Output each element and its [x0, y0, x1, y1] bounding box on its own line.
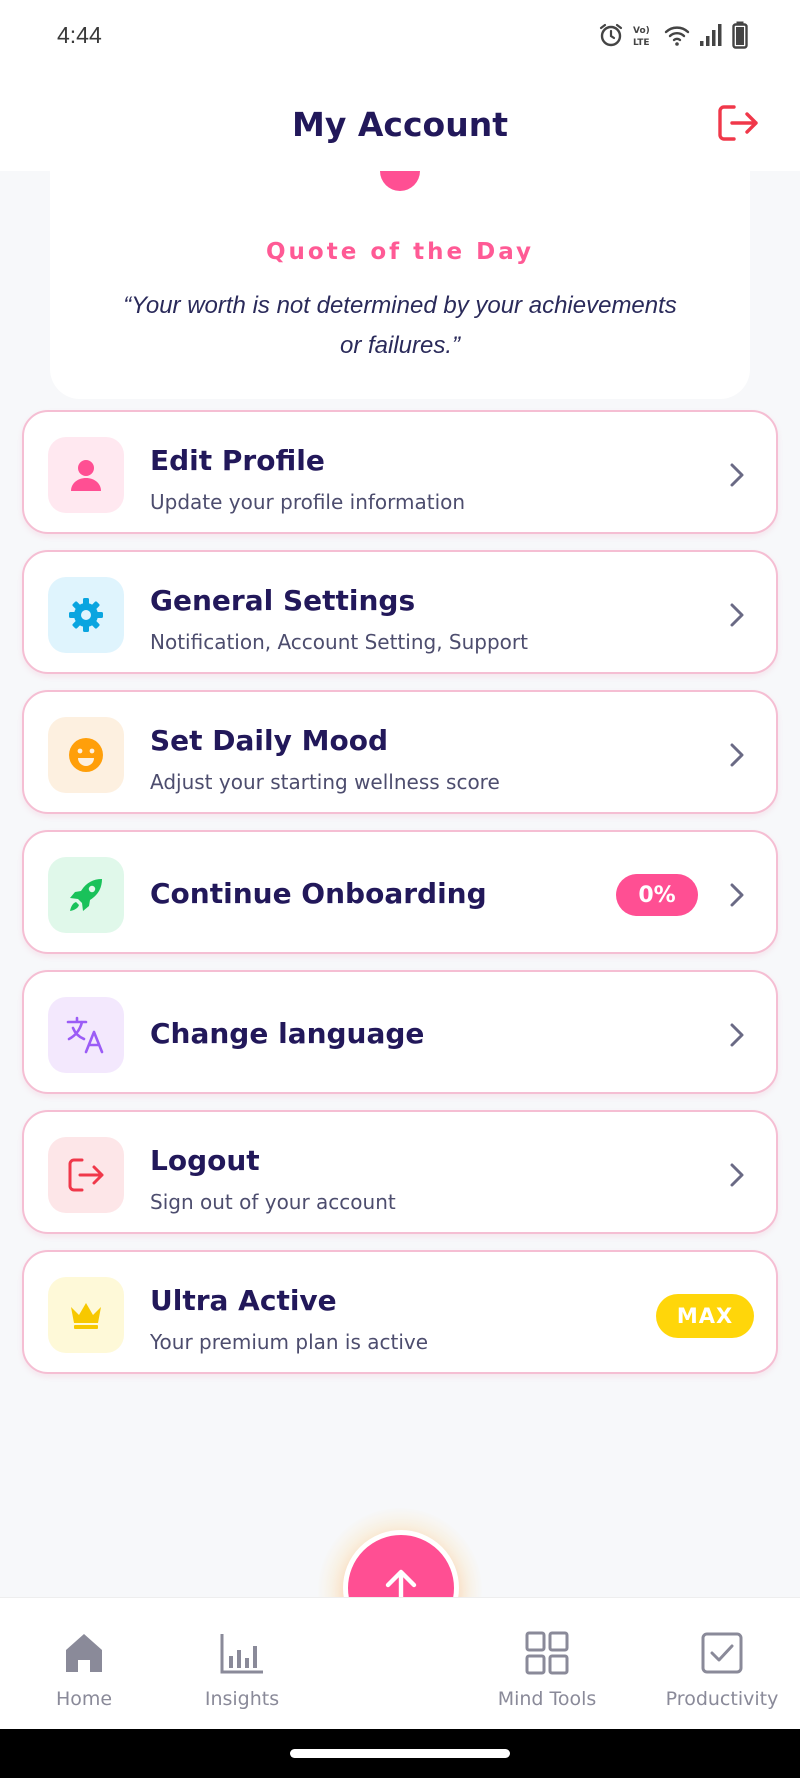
gear-icon — [69, 598, 103, 632]
translate-icon — [66, 1016, 104, 1054]
menu-subtitle: Notification, Account Setting, Support — [150, 630, 528, 654]
chevron-right-icon — [730, 743, 744, 767]
menu-title: Change language — [150, 1017, 425, 1050]
logout-icon — [68, 1158, 104, 1192]
quote-text: “Your worth is not determined by your ac… — [123, 292, 677, 359]
menu-subtitle: Adjust your starting wellness score — [150, 770, 500, 794]
volte-icon: Vo) LTE — [633, 26, 650, 48]
chevron-right-icon — [730, 603, 744, 627]
checkbox-icon — [701, 1632, 743, 1674]
menu-item-general-settings[interactable]: General Settings Notification, Account S… — [22, 550, 778, 674]
wifi-icon — [664, 26, 690, 46]
nav-item-home[interactable]: Home — [19, 1630, 149, 1710]
menu-title: Continue Onboarding — [150, 877, 487, 910]
status-bar: 4:44 Vo) LTE — [0, 0, 800, 75]
rocket-icon — [70, 879, 102, 911]
menu-item-continue-onboarding[interactable]: Continue Onboarding 0% — [22, 830, 778, 954]
logout-icon-tile — [48, 1137, 124, 1213]
general-settings-icon-tile — [48, 577, 124, 653]
nav-label: Home — [55, 1688, 113, 1710]
status-icons: Vo) LTE — [598, 20, 748, 50]
menu-title: Set Daily Mood — [150, 724, 388, 757]
menu-subtitle: Your premium plan is active — [150, 1330, 429, 1354]
menu-subtitle: Sign out of your account — [150, 1190, 396, 1214]
svg-text:Vo): Vo) — [633, 26, 650, 36]
grid-icon — [525, 1631, 569, 1675]
home-gesture-bar[interactable] — [290, 1749, 510, 1758]
menu-title: Logout — [150, 1144, 260, 1177]
status-time: 4:44 — [57, 22, 102, 48]
nav-item-productivity[interactable]: Productivity — [657, 1630, 787, 1710]
continue-onboarding-icon-tile — [48, 857, 124, 933]
chevron-right-icon — [730, 1023, 744, 1047]
nav-label: Mind Tools — [497, 1688, 597, 1710]
menu-title: Edit Profile — [150, 444, 325, 477]
header: My Account — [0, 75, 800, 171]
chevron-right-icon — [730, 883, 744, 907]
smiley-icon — [69, 738, 103, 772]
ultra-active-icon-tile — [48, 1277, 124, 1353]
home-icon — [66, 1634, 102, 1672]
svg-text:LTE: LTE — [633, 38, 650, 48]
nav-item-insights[interactable]: Insights — [177, 1630, 307, 1710]
page-title: My Account — [292, 105, 508, 144]
menu-item-set-daily-mood[interactable]: Set Daily Mood Adjust your starting well… — [22, 690, 778, 814]
alarm-icon — [599, 23, 623, 47]
chevron-right-icon — [730, 463, 744, 487]
plan-badge: MAX — [656, 1294, 754, 1338]
menu-title: General Settings — [150, 584, 416, 617]
chevron-right-icon — [730, 1163, 744, 1187]
quote-card: Quote of the Day “Your worth is not dete… — [50, 171, 750, 399]
menu-item-edit-profile[interactable]: Edit Profile Update your profile informa… — [22, 410, 778, 534]
menu-subtitle: Update your profile information — [150, 490, 466, 514]
signal-icon — [700, 24, 722, 46]
menu-title: Ultra Active — [150, 1284, 337, 1317]
menu-item-ultra-active[interactable]: Ultra Active Your premium plan is active… — [22, 1250, 778, 1374]
bar-chart-icon — [220, 1634, 263, 1674]
nav-item-mind-tools[interactable]: Mind Tools — [482, 1630, 612, 1710]
logout-icon[interactable] — [716, 103, 760, 143]
quote-bubble-icon — [380, 171, 420, 191]
person-icon — [71, 460, 101, 491]
quote-heading: Quote of the Day — [265, 239, 535, 265]
edit-profile-icon-tile — [48, 437, 124, 513]
system-nav-bar — [0, 1729, 800, 1778]
nav-label: Productivity — [665, 1688, 779, 1710]
set-daily-mood-icon-tile — [48, 717, 124, 793]
menu-item-change-language[interactable]: Change language — [22, 970, 778, 1094]
menu-item-logout[interactable]: Logout Sign out of your account — [22, 1110, 778, 1234]
change-language-icon-tile — [48, 997, 124, 1073]
onboarding-progress-badge: 0% — [616, 874, 698, 916]
nav-label: Insights — [204, 1688, 280, 1710]
battery-icon — [732, 21, 748, 49]
crown-icon — [71, 1303, 101, 1329]
bottom-nav: Home Insights Mind Tools Productivity — [0, 1597, 800, 1730]
